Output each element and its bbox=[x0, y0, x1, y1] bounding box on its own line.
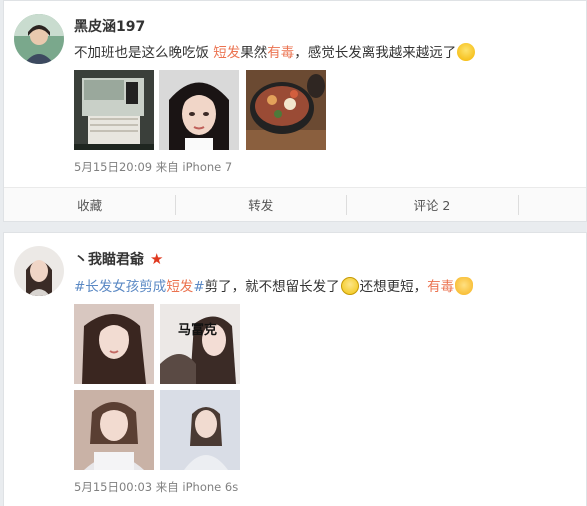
post-image-1[interactable] bbox=[74, 304, 154, 384]
avatar[interactable] bbox=[14, 246, 64, 296]
post-meta[interactable]: 5月15日20:09 来自 iPhone 7 bbox=[74, 159, 232, 175]
smile-emoji-icon bbox=[340, 277, 359, 295]
like-button[interactable] bbox=[517, 188, 586, 221]
post-image-2[interactable] bbox=[159, 70, 239, 150]
keyword-link[interactable]: 短发 bbox=[166, 279, 193, 295]
username[interactable]: 黑皮涵197 bbox=[74, 16, 145, 36]
svg-text:马冨克: 马冨克 bbox=[178, 322, 217, 338]
post-image-3[interactable] bbox=[74, 390, 154, 470]
post-image-3[interactable] bbox=[246, 70, 326, 150]
vip-star-icon: ★ bbox=[150, 250, 164, 268]
post-image-2[interactable]: 马冨克 bbox=[160, 304, 240, 384]
topic-link[interactable]: #长发女孩剪成 bbox=[74, 279, 166, 295]
repost-button[interactable]: 转发 bbox=[175, 188, 346, 221]
cat-emoji-icon bbox=[455, 277, 474, 295]
keyword-link[interactable]: 有毒 bbox=[427, 279, 454, 295]
favorite-button[interactable]: 收藏 bbox=[4, 188, 175, 221]
post-text: #长发女孩剪成短发#剪了，就不想留长发了 还想更短，有毒 bbox=[74, 275, 474, 295]
post-text: 不加班也是这么晚吃饭 短发果然有毒，感觉长发离我越来越远了 bbox=[74, 41, 476, 61]
keyword-link[interactable]: 短发 bbox=[213, 45, 240, 61]
post-card-2: 丶我瞄君爺★ #长发女孩剪成短发#剪了，就不想留长发了还想更短，有毒 马冨克 bbox=[3, 232, 587, 506]
post-image-4[interactable] bbox=[160, 390, 240, 470]
post-image-1[interactable] bbox=[74, 70, 154, 150]
username[interactable]: 丶我瞄君爺 ★ bbox=[74, 249, 163, 269]
post-card-1: 黑皮涵197 不加班也是这么晚吃饭 短发果然有毒，感觉长发离我越来越远了 5月1… bbox=[3, 0, 587, 222]
comment-button[interactable]: 评论 2 bbox=[346, 188, 517, 221]
laugh-cry-emoji-icon bbox=[457, 43, 476, 61]
action-bar: 收藏 转发 评论 2 bbox=[4, 187, 586, 221]
keyword-link[interactable]: 有毒 bbox=[267, 45, 294, 61]
post-meta[interactable]: 5月15日00:03 来自 iPhone 6s bbox=[74, 479, 238, 495]
avatar[interactable] bbox=[14, 14, 64, 64]
